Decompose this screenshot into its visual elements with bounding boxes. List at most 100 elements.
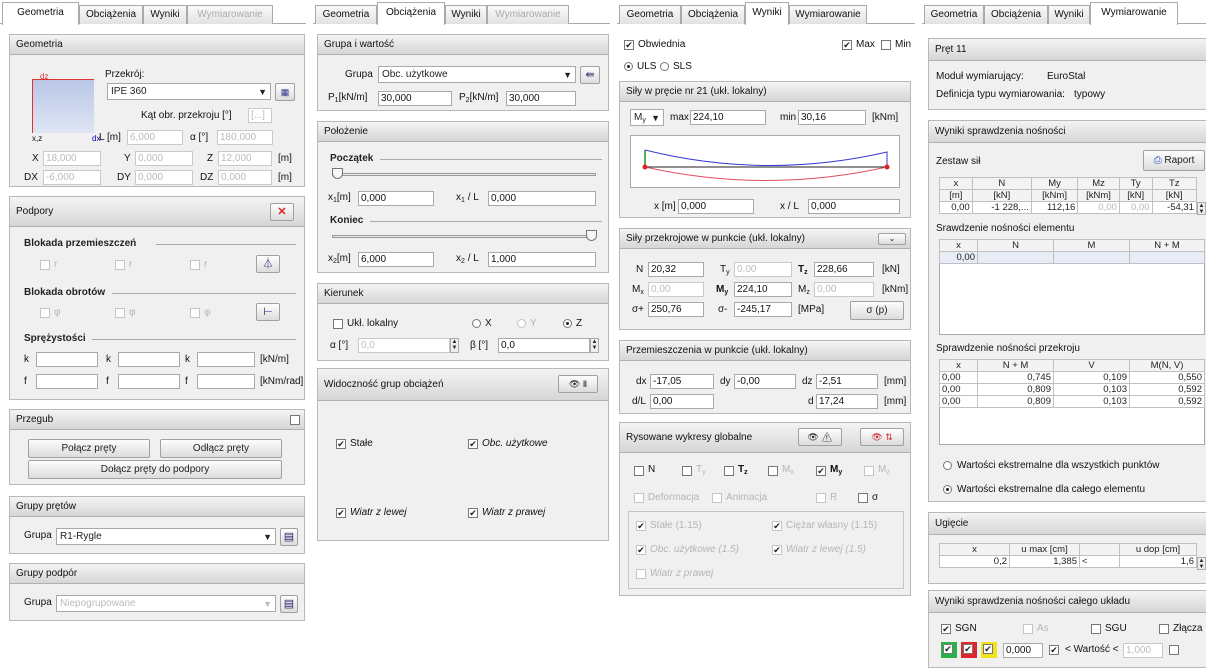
value-max-field[interactable]: 1,000	[1123, 643, 1163, 658]
stale-checkbox[interactable]: ✔	[636, 521, 646, 531]
min-bound-checkbox[interactable]: ✔	[1049, 645, 1059, 655]
radio-x[interactable]	[472, 319, 481, 328]
tab-wyniki[interactable]: Wyniki	[745, 2, 789, 25]
alfa-spinner[interactable]: ▲ ▼	[450, 338, 459, 353]
sgn-checkbox[interactable]: ✔	[941, 624, 951, 634]
value-min-field[interactable]: 0,000	[1003, 643, 1043, 658]
radio-all-points[interactable]	[943, 461, 952, 470]
uls-radio[interactable]	[624, 62, 633, 71]
tab-geometria[interactable]: Geometria	[315, 5, 377, 24]
zlacza-checkbox[interactable]	[1159, 624, 1169, 634]
ky-field[interactable]	[118, 352, 180, 367]
DX-field[interactable]: -6,000	[43, 170, 101, 185]
przekroj-select[interactable]: IPE 360 ▼	[107, 83, 271, 100]
fixed-support-icon[interactable]: ⊢	[256, 303, 280, 321]
fy-field[interactable]	[118, 374, 180, 389]
phiy-checkbox[interactable]	[115, 308, 125, 318]
tab-obciazenia[interactable]: Obciążenia	[377, 2, 445, 25]
radio-y[interactable]	[517, 319, 526, 328]
x2L-field[interactable]: 1,000	[488, 252, 596, 267]
Ty-checkbox[interactable]	[682, 466, 692, 476]
tab-geometria[interactable]: Geometria	[619, 5, 681, 24]
grupa-podpor-select[interactable]: Niepogrupowane ▼	[56, 595, 276, 612]
DZ-field[interactable]: 0,000	[218, 170, 272, 185]
uy-checkbox[interactable]	[115, 260, 125, 270]
My-checkbox[interactable]: ✔	[816, 466, 826, 476]
wiatr-lewej-checkbox[interactable]: ✔	[772, 545, 782, 555]
table-spinner[interactable]: ▲ ▼	[1197, 202, 1206, 215]
Tz-checkbox[interactable]	[724, 466, 734, 476]
R-checkbox[interactable]	[816, 493, 826, 503]
uz-checkbox[interactable]	[190, 260, 200, 270]
grupa-select[interactable]: R1-Rygle ▼	[56, 528, 276, 545]
table-row[interactable]: 0,00	[939, 251, 1205, 264]
min-checkbox[interactable]	[881, 40, 891, 50]
sigma-button[interactable]: σ (p)	[850, 301, 904, 320]
tab-geometria[interactable]: Geometria	[924, 5, 984, 24]
max-checkbox[interactable]: ✔	[842, 40, 852, 50]
Mx-checkbox[interactable]	[768, 466, 778, 476]
tab-wymiarowanie[interactable]: Wymiarowanie	[1090, 2, 1178, 25]
table-row[interactable]: 0,2 1,385 <1,6	[939, 555, 1197, 568]
N-checkbox[interactable]	[634, 466, 644, 476]
support-icon[interactable]: ⏃	[256, 255, 280, 273]
poczatek-slider[interactable]	[332, 173, 596, 176]
as-checkbox[interactable]	[1023, 624, 1033, 634]
obc-uzytkowe-checkbox[interactable]: ✔	[636, 545, 646, 555]
DY-field[interactable]: 0,000	[135, 170, 193, 185]
ukl-lokalny-checkbox[interactable]	[333, 319, 343, 329]
visibility-toggle-icon[interactable]: 👁 Ⅱ	[558, 375, 598, 393]
tab-geometria[interactable]: Geometria	[2, 2, 79, 25]
table-spinner[interactable]: ▲ ▼	[1197, 557, 1206, 570]
poczatek-slider-thumb[interactable]	[332, 168, 343, 179]
phix-checkbox[interactable]	[40, 308, 50, 318]
tab-wymiarowanie[interactable]: Wymiarowanie	[789, 5, 867, 24]
table-row[interactable]: 0,00 0,809 0,103 0,592	[939, 395, 1205, 408]
force-type-select[interactable]: My ▼	[630, 109, 664, 126]
alfa-field[interactable]: 180,000	[217, 130, 273, 145]
tab-obciazenia[interactable]: Obciążenia	[681, 5, 745, 24]
L-field[interactable]: 6,000	[127, 130, 183, 145]
green-status-checkbox[interactable]: ✔	[941, 642, 957, 658]
alfa-field[interactable]: 0,0	[358, 338, 450, 353]
kz-field[interactable]	[197, 352, 255, 367]
sigma-checkbox[interactable]	[858, 493, 868, 503]
tab-obciazenia[interactable]: Obciążenia	[79, 5, 143, 24]
beta-field[interactable]: 0,0	[498, 338, 590, 353]
xL-field[interactable]: 0,000	[808, 199, 900, 214]
wiatr-lewej-checkbox[interactable]: ✔	[336, 508, 346, 518]
table-row[interactable]: 0,00 0,809 0,103 0,592	[939, 383, 1205, 396]
kat-field[interactable]: [...]	[248, 108, 272, 123]
przegub-checkbox[interactable]	[290, 415, 300, 425]
tab-wymiarowanie[interactable]: Wymiarowanie	[487, 5, 569, 24]
kx-field[interactable]	[36, 352, 98, 367]
red-status-checkbox[interactable]: ✔	[961, 642, 977, 658]
tab-wyniki[interactable]: Wyniki	[445, 5, 487, 24]
sgu-checkbox[interactable]	[1091, 624, 1101, 634]
koniec-slider[interactable]	[332, 235, 596, 238]
fx-field[interactable]	[36, 374, 98, 389]
wiatr-prawej-checkbox[interactable]: ✔	[468, 508, 478, 518]
diagram-scale-icon[interactable]: 👁 ⇅	[860, 428, 904, 446]
section-table-icon[interactable]: ▦	[275, 83, 295, 101]
tab-wyniki[interactable]: Wyniki	[1048, 5, 1090, 24]
polacz-button[interactable]: Połącz pręty	[28, 439, 150, 458]
load-edit-icon[interactable]: ⇚	[580, 66, 600, 84]
ciezar-checkbox[interactable]: ✔	[772, 521, 782, 531]
Mz-checkbox[interactable]	[864, 466, 874, 476]
tab-obciazenia[interactable]: Obciążenia	[984, 5, 1048, 24]
animacja-checkbox[interactable]	[712, 493, 722, 503]
X-field[interactable]: 18,000	[43, 151, 101, 166]
radio-z[interactable]	[563, 319, 572, 328]
remove-support-icon[interactable]: ✕	[270, 203, 294, 221]
radio-whole-element[interactable]	[943, 485, 952, 494]
x1-field[interactable]: 0,000	[358, 191, 434, 206]
group-list-icon[interactable]: ▤	[280, 595, 298, 613]
dolacz-button[interactable]: Dołącz pręty do podpory	[28, 460, 282, 479]
phiz-checkbox[interactable]	[190, 308, 200, 318]
fz-field[interactable]	[197, 374, 255, 389]
stale-checkbox[interactable]: ✔	[336, 439, 346, 449]
group-list-icon[interactable]: ▤	[280, 528, 298, 546]
yellow-status-checkbox[interactable]: ✔	[981, 642, 997, 658]
P1-field[interactable]: 30,000	[378, 91, 452, 106]
